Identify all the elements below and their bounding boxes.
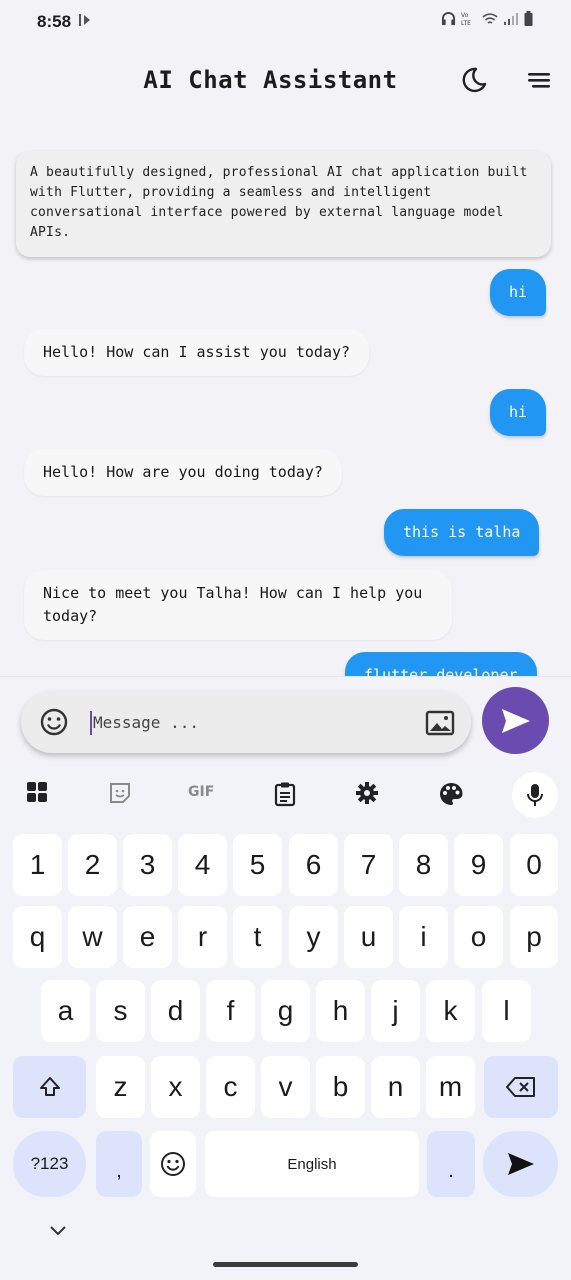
intro-card: A beautifully designed, professional AI … bbox=[16, 151, 551, 257]
menu-icon[interactable] bbox=[526, 70, 552, 95]
ai-message: Nice to meet you Talha! How can I help y… bbox=[24, 570, 452, 640]
key-l[interactable]: l bbox=[482, 980, 531, 1042]
key-b[interactable]: b bbox=[316, 1056, 365, 1118]
key-f[interactable]: f bbox=[206, 980, 255, 1042]
svg-text:Vo: Vo bbox=[461, 12, 469, 19]
wifi-icon bbox=[482, 12, 498, 24]
text-cursor bbox=[90, 711, 92, 735]
user-message: hi bbox=[490, 269, 547, 316]
key-p[interactable]: p bbox=[510, 906, 558, 968]
battery-icon bbox=[524, 11, 533, 26]
key-x[interactable]: x bbox=[151, 1056, 200, 1118]
key-d[interactable]: d bbox=[151, 980, 200, 1042]
voice-input-button[interactable] bbox=[512, 772, 558, 818]
soft-keyboard: 1 2 3 4 5 6 7 8 9 0 q w e r t y u i o p … bbox=[0, 825, 571, 1280]
emoji-icon bbox=[161, 1152, 185, 1176]
send-icon bbox=[502, 709, 530, 733]
hide-keyboard-chevron-icon[interactable] bbox=[48, 1223, 68, 1242]
period-key[interactable]: . bbox=[427, 1131, 475, 1197]
headphones-icon bbox=[441, 12, 456, 26]
message-composer: Message ... bbox=[0, 676, 571, 765]
system-icons: Vo LTE bbox=[441, 11, 533, 26]
key-e[interactable]: e bbox=[123, 906, 172, 968]
status-bar: 8:58 Vo LTE bbox=[0, 0, 571, 42]
keyboard-toolbar: GIF bbox=[0, 765, 571, 825]
shift-key[interactable] bbox=[13, 1056, 86, 1118]
key-n[interactable]: n bbox=[371, 1056, 420, 1118]
backspace-key[interactable] bbox=[484, 1056, 558, 1118]
image-attach-icon[interactable] bbox=[425, 710, 455, 741]
key-1[interactable]: 1 bbox=[13, 834, 62, 896]
key-g[interactable]: g bbox=[261, 980, 310, 1042]
emoji-icon[interactable] bbox=[39, 707, 69, 742]
message-input[interactable]: Message ... bbox=[21, 691, 471, 753]
keyboard-send-key[interactable] bbox=[483, 1131, 558, 1197]
symbols-key[interactable]: ?123 bbox=[13, 1131, 86, 1197]
key-5[interactable]: 5 bbox=[233, 834, 282, 896]
apps-grid-icon[interactable] bbox=[26, 781, 48, 808]
key-i[interactable]: i bbox=[399, 906, 448, 968]
key-0[interactable]: 0 bbox=[510, 834, 558, 896]
key-8[interactable]: 8 bbox=[399, 834, 448, 896]
volte-icon: VoLTE bbox=[461, 12, 471, 26]
user-message: hi bbox=[490, 389, 547, 436]
settings-gear-icon[interactable] bbox=[355, 781, 379, 810]
comma-key[interactable]: , bbox=[96, 1131, 142, 1197]
app-bar: AI Chat Assistant bbox=[0, 50, 571, 110]
message-placeholder: Message ... bbox=[93, 713, 199, 732]
key-4[interactable]: 4 bbox=[178, 834, 227, 896]
status-time: 8:58 bbox=[37, 12, 72, 31]
key-k[interactable]: k bbox=[426, 980, 475, 1042]
clipboard-icon[interactable] bbox=[273, 781, 297, 812]
emoji-key[interactable] bbox=[150, 1131, 196, 1197]
sticker-icon[interactable] bbox=[108, 781, 132, 810]
svg-text:LTE: LTE bbox=[461, 20, 471, 26]
playback-icon bbox=[78, 12, 92, 33]
ai-message: Hello! How are you doing today? bbox=[24, 449, 342, 496]
space-key[interactable]: English bbox=[205, 1131, 419, 1197]
key-a[interactable]: a bbox=[41, 980, 90, 1042]
signal-icon bbox=[504, 12, 518, 25]
key-c[interactable]: c bbox=[206, 1056, 255, 1118]
ai-message: Hello! How can I assist you today? bbox=[24, 329, 370, 376]
key-m[interactable]: m bbox=[426, 1056, 475, 1118]
gesture-nav-handle[interactable] bbox=[213, 1262, 358, 1267]
user-message: this is talha bbox=[384, 509, 540, 556]
dark-mode-moon-icon[interactable] bbox=[460, 66, 488, 99]
backspace-icon bbox=[506, 1077, 535, 1097]
user-message: flutter developer bbox=[345, 652, 537, 676]
key-6[interactable]: 6 bbox=[289, 834, 338, 896]
send-button[interactable] bbox=[482, 687, 549, 754]
key-u[interactable]: u bbox=[344, 906, 393, 968]
microphone-icon bbox=[527, 784, 543, 806]
key-h[interactable]: h bbox=[316, 980, 365, 1042]
theme-palette-icon[interactable] bbox=[438, 781, 464, 812]
key-t[interactable]: t bbox=[233, 906, 282, 968]
key-y[interactable]: y bbox=[289, 906, 338, 968]
key-q[interactable]: q bbox=[13, 906, 62, 968]
key-3[interactable]: 3 bbox=[123, 834, 172, 896]
chat-list[interactable]: A beautifully designed, professional AI … bbox=[0, 140, 571, 676]
key-o[interactable]: o bbox=[454, 906, 503, 968]
send-icon bbox=[507, 1153, 534, 1175]
key-z[interactable]: z bbox=[96, 1056, 145, 1118]
shift-arrow-icon bbox=[39, 1077, 60, 1096]
key-w[interactable]: w bbox=[68, 906, 117, 968]
key-v[interactable]: v bbox=[261, 1056, 310, 1118]
key-2[interactable]: 2 bbox=[68, 834, 117, 896]
key-s[interactable]: s bbox=[96, 980, 145, 1042]
key-9[interactable]: 9 bbox=[454, 834, 503, 896]
key-r[interactable]: r bbox=[178, 906, 227, 968]
key-7[interactable]: 7 bbox=[344, 834, 393, 896]
key-j[interactable]: j bbox=[371, 980, 420, 1042]
gif-button[interactable]: GIF bbox=[188, 784, 214, 800]
